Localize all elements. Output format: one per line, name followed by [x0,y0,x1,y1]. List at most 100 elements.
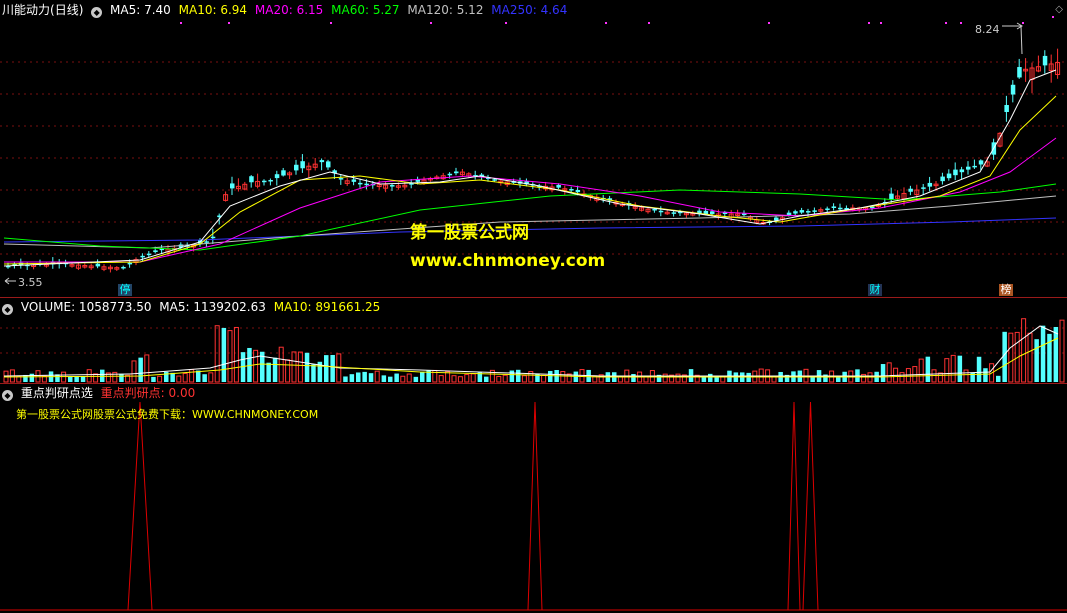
volume-bar [304,352,310,382]
ranking-tag[interactable]: 榜 [999,284,1013,296]
volume-bar [1053,326,1059,382]
candle-body [204,241,209,243]
candle-body [1042,55,1048,66]
volume-bar [324,355,329,382]
signal-dot [1022,22,1024,24]
period-label: (日线) [50,3,84,17]
volume-bar [957,355,963,382]
candle-body [710,211,715,214]
volume-bar [74,376,79,382]
volume-bar [438,375,444,383]
candle-body [274,174,280,179]
ma60-label: MA60: 5.27 [331,3,400,17]
signal-dot [505,22,507,24]
settings-toggle-icon[interactable]: ◆ [91,7,103,18]
volume-bar [151,376,156,382]
volume-bar [1040,325,1046,382]
volume-bar [548,370,553,382]
signal-dot [960,22,962,24]
ma10-label: MA10: 6.94 [178,3,248,17]
signal-dot [228,22,230,24]
volume-bar [880,364,886,382]
candle-body [492,179,497,181]
volume-bar [233,326,239,383]
volume-bar [950,354,956,383]
candle-body [927,182,933,187]
volume-bar [272,357,278,382]
volume-bar [983,368,988,382]
candle-body [921,187,926,189]
candle-body [959,169,965,173]
candle-body [825,208,830,210]
volume-bar [221,327,227,382]
signal-dot [945,22,947,24]
volume-bar [720,376,726,383]
volume-bar [457,376,463,383]
low-marker-arrow [4,277,16,285]
candle-body [946,173,952,179]
candle-body [146,253,152,256]
volume-ma10: MA10: 891661.25 [273,300,381,314]
volume-panel[interactable]: ◆ VOLUME: 1058773.50 MA5: 1139202.63 MA1… [0,298,1067,383]
signal-dot [768,22,770,24]
volume-bar [528,371,534,383]
volume-bar [675,373,681,383]
candle-body [569,189,574,191]
volume-bar [420,371,425,382]
volume-bar [311,364,316,382]
candle-body [121,266,126,269]
volume-header: ◆ VOLUME: 1058773.50 MA5: 1139202.63 MA1… [2,300,384,315]
candle-body [95,263,101,267]
volume-bar [643,376,649,383]
candle-body [358,182,363,185]
volume-bar [381,375,387,382]
signal-dot [605,22,607,24]
signal-dot [880,22,882,24]
volume-bar [343,376,348,382]
volume-bar [925,356,931,382]
volume-bar [144,354,150,383]
indicator-title: 重点判研点选 [20,386,93,400]
candle-body [658,210,664,213]
candle-body [812,210,817,212]
volume-bar [170,372,175,382]
volume-bar [297,351,303,383]
price-chart-panel[interactable]: 川能动力(日线) ◆ MA5: 7.40 MA10: 6.94 MA20: 6.… [0,0,1067,297]
volume-bar [464,374,470,383]
candle-body [831,206,837,208]
candle-body [978,160,984,165]
candle-body [953,169,958,176]
candle-body [454,171,459,174]
volume-bar [516,369,521,382]
volume-bar [631,374,636,382]
volume-bar [196,370,201,382]
candle-body [281,170,286,176]
volume-bar [266,362,271,382]
candle-body [210,236,216,239]
indicator-panel[interactable]: ◆ 重点判研点选 重点判研点: 0.00 第一股票公式网股票公式免费下载：WWW… [0,384,1067,613]
volume-bar [771,376,777,383]
volume-bar [330,354,335,382]
volume-toggle-icon[interactable]: ◆ [2,304,13,315]
volume-bar [406,373,412,383]
candle-body [319,160,325,163]
high-marker-line [1002,25,1023,55]
suspend-tag[interactable]: 停 [118,284,132,296]
volume-bar [182,372,188,383]
candle-body [556,184,561,188]
candle-body [703,210,709,214]
signal-spike [802,401,819,611]
signal-dot [330,22,332,24]
candle-body [940,176,945,182]
indicator-toggle-icon[interactable]: ◆ [2,390,13,401]
ma250-label: MA250: 4.64 [491,3,568,17]
finance-tag[interactable]: 财 [868,284,882,296]
volume-bar [119,373,124,382]
volume-bar [374,370,380,383]
expand-icon[interactable]: ◇ [1055,4,1063,15]
signal-dot [1052,16,1054,18]
volume-bar [176,375,182,383]
volume-bar [368,373,374,382]
volume-bar [899,372,905,383]
volume-bar [68,376,73,382]
